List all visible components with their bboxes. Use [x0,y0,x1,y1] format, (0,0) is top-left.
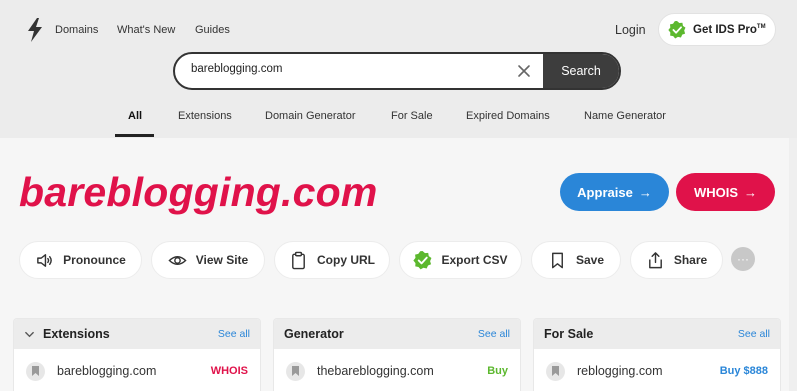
panel-header: For Sale See all [534,319,780,349]
save-label: Save [575,253,605,267]
export-csv-button[interactable]: Export CSV [399,241,522,279]
nav-domains[interactable]: Domains [55,24,98,36]
share-label: Share [673,253,708,267]
eye-icon [168,255,187,265]
bookmark-icon [552,252,563,268]
list-item[interactable]: bareblogging .com WHOIS [14,349,260,391]
share-button[interactable]: Share [630,241,723,279]
bookmark-icon[interactable] [546,361,565,381]
row-domain: reblogging [577,364,636,378]
clipboard-icon [292,251,305,269]
verified-check-icon [668,20,686,38]
for-sale-panel: For Sale See all reblogging .com Buy $888 [533,318,781,391]
bookmark-icon[interactable] [26,361,45,381]
appraise-label: Appraise [577,184,633,200]
nav-guides[interactable]: Guides [195,24,230,36]
more-options-button[interactable]: ··· [731,247,755,271]
search-input[interactable] [191,63,511,75]
whois-label: WHOIS [693,184,739,200]
view-site-button[interactable]: View Site [151,241,265,279]
row-tld: .com [406,364,434,378]
see-all-link[interactable]: See all [218,328,250,340]
search-button[interactable]: Search [543,54,619,88]
domain-title: bareblogging.com [19,169,378,215]
arrow-right-icon: → [744,184,758,200]
more-icon: ··· [737,252,749,266]
pronounce-button[interactable]: Pronounce [19,241,142,279]
trademark-mark: TM [756,23,766,30]
generator-panel: Generator See all thebareblogging .com Bu… [273,318,521,391]
export-csv-label: Export CSV [441,253,508,267]
list-item[interactable]: thebareblogging .com Buy [274,349,520,391]
arrow-right-icon: → [638,184,652,200]
tab-expired-domains[interactable]: Expired Domains [466,110,550,122]
panel-header: Generator See all [274,319,520,349]
panel-header: Extensions See all [14,319,260,349]
bookmark-icon[interactable] [286,361,305,381]
get-ids-pro-button[interactable]: Get IDS ProTM [658,13,776,46]
whois-link[interactable]: WHOIS [211,365,248,377]
tab-name-generator[interactable]: Name Generator [584,110,666,122]
whois-button[interactable]: WHOIS → [676,173,775,211]
verified-check-icon [413,250,432,269]
list-item[interactable]: reblogging .com Buy $888 [534,349,780,391]
buy-price-link[interactable]: Buy $888 [720,365,768,377]
chevron-down-icon[interactable] [24,329,35,340]
panel-title: For Sale [544,327,594,341]
nav-whats-new[interactable]: What's New [117,24,175,36]
tab-extensions[interactable]: Extensions [178,110,232,122]
appraise-button[interactable]: Appraise → [560,173,669,211]
row-tld: .com [635,364,663,378]
row-domain: bareblogging [57,364,130,378]
copy-url-label: Copy URL [317,253,375,267]
tab-for-sale[interactable]: For Sale [391,110,433,122]
active-tab-indicator [115,134,154,137]
panel-title: Extensions [43,327,110,341]
tab-all[interactable]: All [128,110,142,122]
pronounce-label: Pronounce [63,253,126,267]
save-button[interactable]: Save [531,241,621,279]
pro-label: Get IDS Pro [693,23,757,36]
login-link[interactable]: Login [615,23,646,37]
extensions-panel: Extensions See all bareblogging .com WHOI… [13,318,261,391]
speaker-icon [37,253,53,267]
see-all-link[interactable]: See all [478,328,510,340]
search-bar: Search [173,52,621,90]
panel-title: Generator [284,327,344,341]
lightning-logo-icon[interactable] [26,18,44,42]
scrollbar[interactable] [789,138,797,391]
copy-url-button[interactable]: Copy URL [274,241,390,279]
row-tld: .com [129,364,157,378]
view-site-label: View Site [195,253,249,267]
clear-icon[interactable] [516,63,532,79]
buy-link[interactable]: Buy [487,365,508,377]
share-icon [648,251,662,268]
tab-domain-generator[interactable]: Domain Generator [265,110,356,122]
see-all-link[interactable]: See all [738,328,770,340]
row-domain: thebareblogging [317,364,407,378]
